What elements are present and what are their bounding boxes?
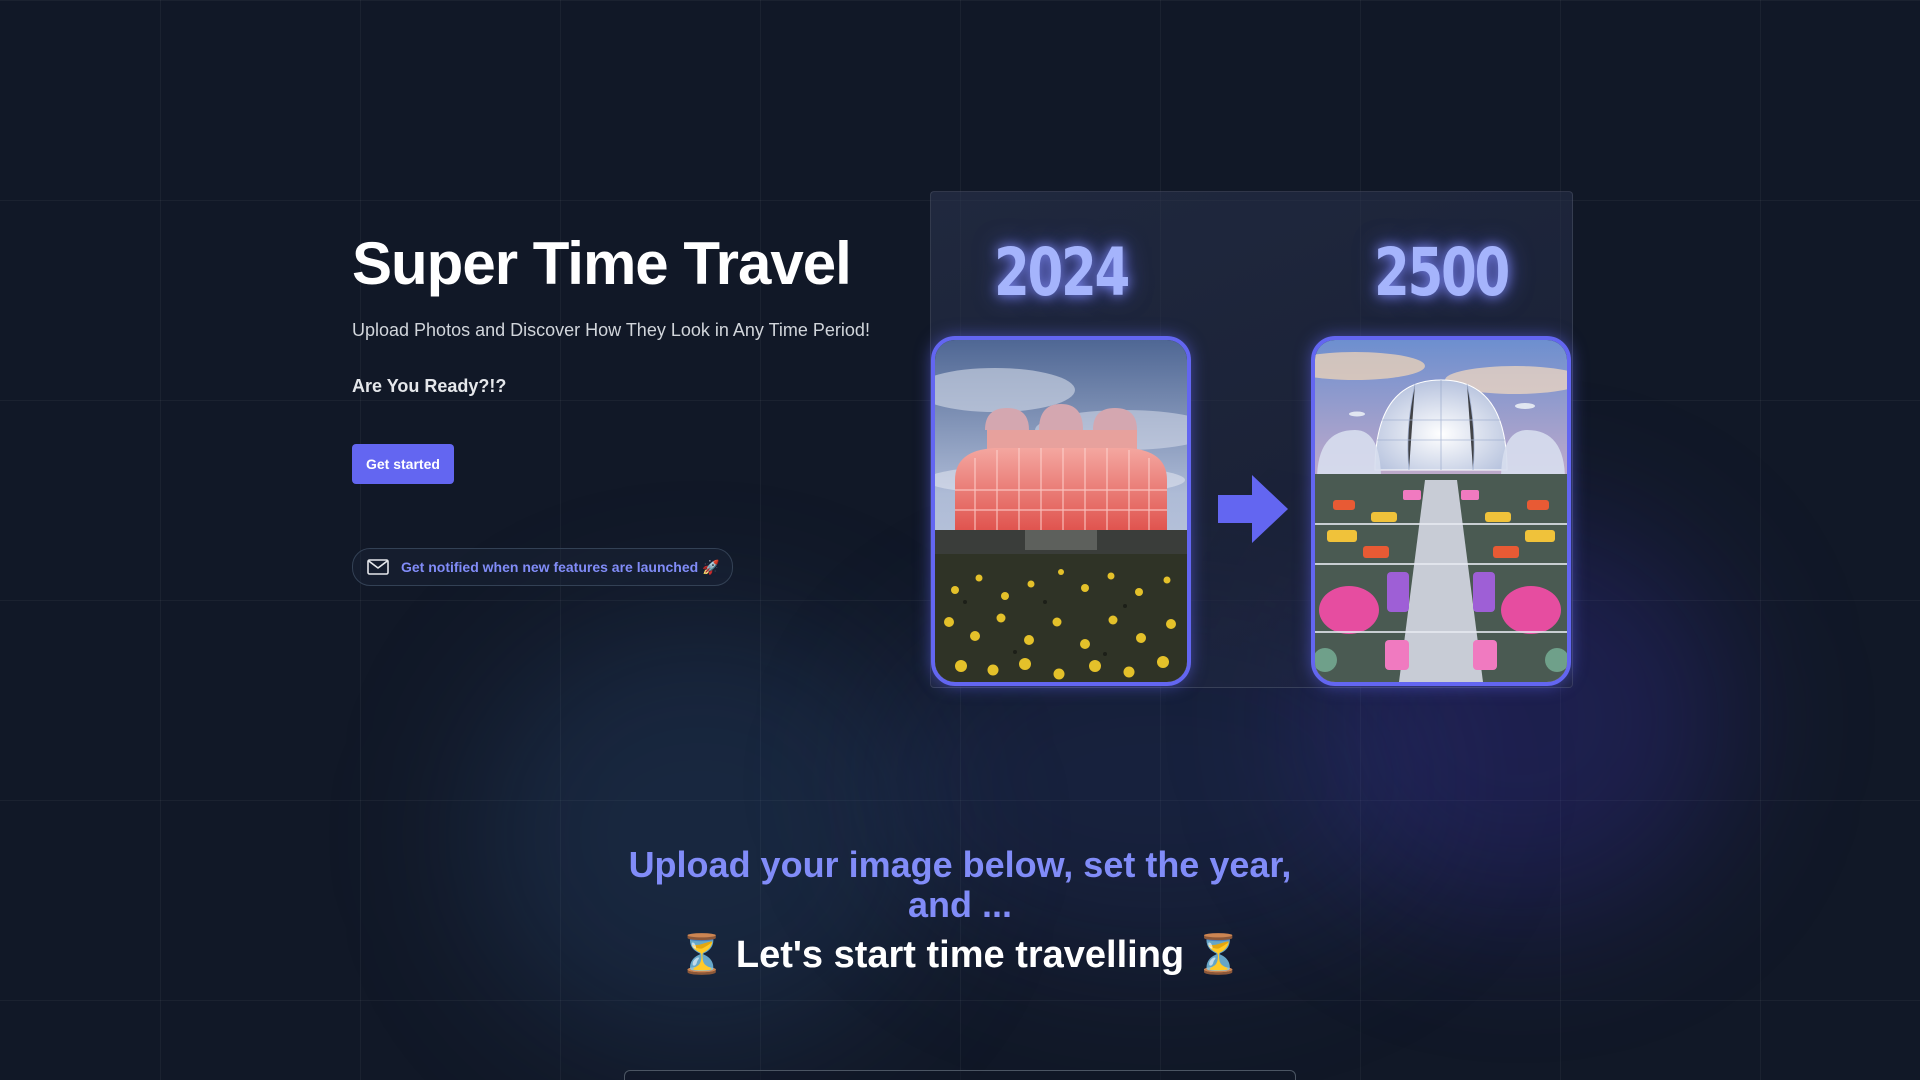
time-travel-tagline: ⏳ Let's start time travelling ⏳ bbox=[677, 934, 1243, 976]
upload-panel[interactable] bbox=[624, 1070, 1296, 1080]
before-photo bbox=[931, 336, 1191, 686]
hero-section: Super Time Travel Upload Photos and Disc… bbox=[352, 224, 912, 586]
notify-text: Get notified when new features are launc… bbox=[401, 558, 720, 575]
hero-ready-text: Are You Ready?!? bbox=[352, 376, 507, 396]
hero-subtitle: Upload Photos and Discover How They Look… bbox=[352, 320, 870, 340]
get-started-button[interactable]: Get started bbox=[352, 444, 454, 484]
mail-icon bbox=[367, 559, 389, 575]
upload-intro-heading-line2: and ... bbox=[907, 884, 1012, 925]
arrow-right-icon bbox=[1216, 473, 1290, 550]
before-after-card: 2024 2500 bbox=[930, 191, 1573, 688]
upload-intro: Upload your image below, set the year, a… bbox=[560, 845, 1360, 979]
notify-features-link[interactable]: Get notified when new features are launc… bbox=[352, 548, 733, 586]
upload-intro-heading-line1: Upload your image below, set the year, bbox=[628, 844, 1292, 885]
after-photo bbox=[1311, 336, 1571, 686]
year-after-label: 2500 bbox=[1374, 234, 1510, 311]
background-glow bbox=[470, 620, 930, 1050]
year-before-label: 2024 bbox=[994, 234, 1130, 311]
hero-title: Super Time Travel bbox=[352, 230, 852, 297]
